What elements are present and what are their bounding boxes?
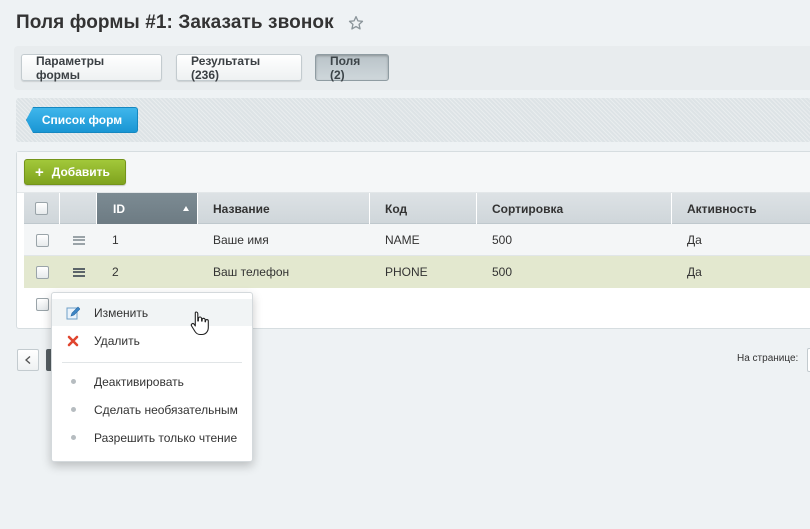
edit-icon	[66, 306, 80, 320]
column-header-name[interactable]: Название	[198, 193, 370, 224]
menu-item-readonly[interactable]: Разрешить только чтение	[52, 424, 252, 451]
tab-results[interactable]: Результаты (236)	[176, 54, 302, 82]
row-menu-icon[interactable]	[72, 235, 85, 245]
pager-prev-button[interactable]	[17, 349, 39, 371]
cell-code: PHONE	[385, 265, 428, 279]
menu-item-label: Изменить	[94, 305, 149, 320]
cell-code: NAME	[385, 233, 420, 247]
cell-active: Да	[687, 233, 702, 247]
cell-active: Да	[687, 265, 702, 279]
star-icon[interactable]	[348, 15, 364, 31]
row-checkbox[interactable]	[35, 233, 49, 247]
sort-asc-icon	[183, 206, 189, 211]
chevron-left-icon	[25, 356, 31, 364]
cell-name: Ваш телефон	[213, 265, 290, 279]
add-button[interactable]: + Добавить	[24, 159, 126, 185]
menu-item-make-optional[interactable]: Сделать необязательным	[52, 396, 252, 423]
dot-icon	[66, 403, 80, 417]
column-header-id-label: ID	[113, 201, 125, 216]
per-page-label: На странице:	[737, 353, 799, 364]
grid-toolbar: + Добавить	[17, 152, 810, 193]
dot-icon	[66, 431, 80, 445]
cell-id: 1	[112, 233, 119, 247]
menu-item-label: Разрешить только чтение	[94, 430, 238, 445]
page-title: Поля формы #1: Заказать звонок	[16, 12, 334, 33]
cell-id: 2	[112, 265, 119, 279]
header-actions-cell	[60, 193, 97, 224]
menu-item-delete[interactable]: Удалить	[52, 327, 252, 354]
context-bar: Список форм	[16, 98, 810, 142]
column-header-id[interactable]: ID	[97, 193, 198, 224]
row-actions-cell	[60, 224, 97, 256]
row-checkbox-cell	[24, 256, 60, 288]
row-checkbox[interactable]	[35, 265, 49, 279]
menu-item-edit[interactable]: Изменить	[52, 299, 252, 326]
cell-sort: 500	[492, 233, 513, 247]
menu-item-label: Деактивировать	[94, 374, 184, 389]
menu-item-label: Удалить	[94, 333, 140, 348]
dot-icon	[66, 375, 80, 389]
column-header-code[interactable]: Код	[370, 193, 477, 224]
menu-item-label: Сделать необязательным	[94, 402, 238, 417]
hand-cursor-icon	[190, 311, 209, 336]
cell-name: Ваше имя	[213, 233, 269, 247]
select-all-checkbox[interactable]	[35, 202, 48, 215]
plus-icon: +	[35, 163, 44, 181]
header-checkbox-cell	[24, 193, 60, 224]
footer-checkbox[interactable]	[35, 297, 49, 311]
table-row[interactable]: 1 Ваше имя NAME 500 Да	[24, 224, 810, 256]
tab-form-params[interactable]: Параметры формы	[21, 54, 162, 82]
menu-item-deactivate[interactable]: Деактивировать	[52, 368, 252, 395]
tabs-bar: Параметры формы Результаты (236) Поля (2…	[14, 46, 810, 90]
grid-header: ID Название Код Сортировка Активность	[24, 193, 810, 224]
delete-icon	[66, 334, 80, 348]
menu-divider	[62, 362, 242, 363]
row-actions-cell	[60, 256, 97, 288]
add-button-label: Добавить	[51, 165, 110, 179]
row-context-menu: Изменить Удалить Деактивировать Сделать …	[51, 292, 253, 462]
tab-fields[interactable]: Поля (2)	[315, 54, 389, 82]
row-menu-icon[interactable]	[72, 267, 85, 277]
title-row: Поля формы #1: Заказать звонок	[16, 9, 364, 37]
row-checkbox-cell	[24, 224, 60, 256]
column-header-active[interactable]: Активность	[672, 193, 810, 224]
table-row[interactable]: 2 Ваш телефон PHONE 500 Да	[24, 256, 810, 288]
cell-sort: 500	[492, 265, 513, 279]
forms-list-button[interactable]: Список форм	[26, 107, 138, 133]
column-header-sort[interactable]: Сортировка	[477, 193, 672, 224]
